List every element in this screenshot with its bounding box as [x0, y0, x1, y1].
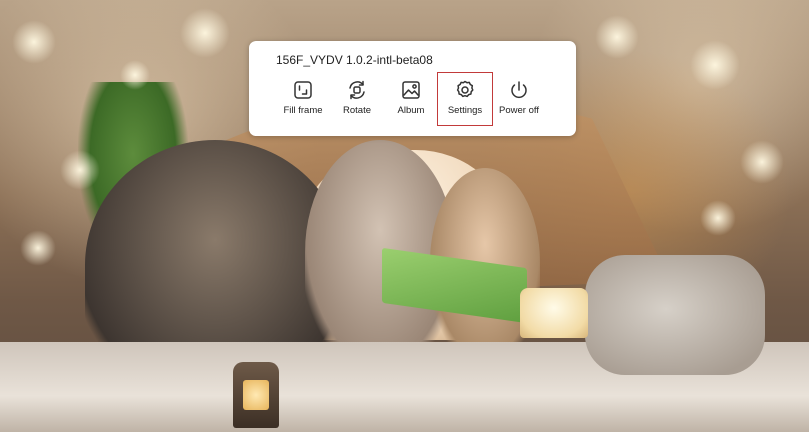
quick-menu-panel: 156F_VYDV 1.0.2-intl-beta08 Fill frame R…	[249, 41, 576, 136]
bokeh-light	[12, 20, 56, 64]
bokeh-light	[180, 8, 230, 58]
rotate-icon	[349, 80, 365, 100]
album-label: Album	[397, 105, 425, 116]
power-off-label: Power off	[499, 105, 539, 116]
device-version-title: 156F_VYDV 1.0.2-intl-beta08	[276, 53, 433, 67]
bokeh-light	[595, 15, 639, 59]
table-lamp	[520, 288, 588, 338]
album-icon	[402, 81, 420, 99]
settings-label: Settings	[447, 105, 483, 116]
settings-button[interactable]: Settings	[437, 72, 493, 126]
settings-icon	[456, 80, 474, 98]
power-off-button[interactable]: Power off	[492, 73, 546, 125]
power-icon	[511, 81, 527, 99]
rotate-button[interactable]: Rotate	[330, 73, 384, 125]
rotate-label: Rotate	[343, 105, 371, 116]
bokeh-light	[740, 140, 784, 184]
fill-frame-label: Fill frame	[283, 105, 323, 116]
bokeh-light	[690, 40, 740, 90]
lantern	[233, 362, 279, 428]
quick-menu-items: Fill frame Rotate Album Settings Power o…	[276, 72, 546, 126]
fill-frame-icon	[294, 81, 312, 99]
bokeh-light	[700, 200, 736, 236]
bokeh-light	[20, 230, 56, 266]
bokeh-light	[120, 60, 150, 90]
knit-pillow	[585, 255, 765, 375]
fill-frame-button[interactable]: Fill frame	[276, 73, 330, 125]
album-button[interactable]: Album	[384, 73, 438, 125]
bokeh-light	[60, 150, 100, 190]
